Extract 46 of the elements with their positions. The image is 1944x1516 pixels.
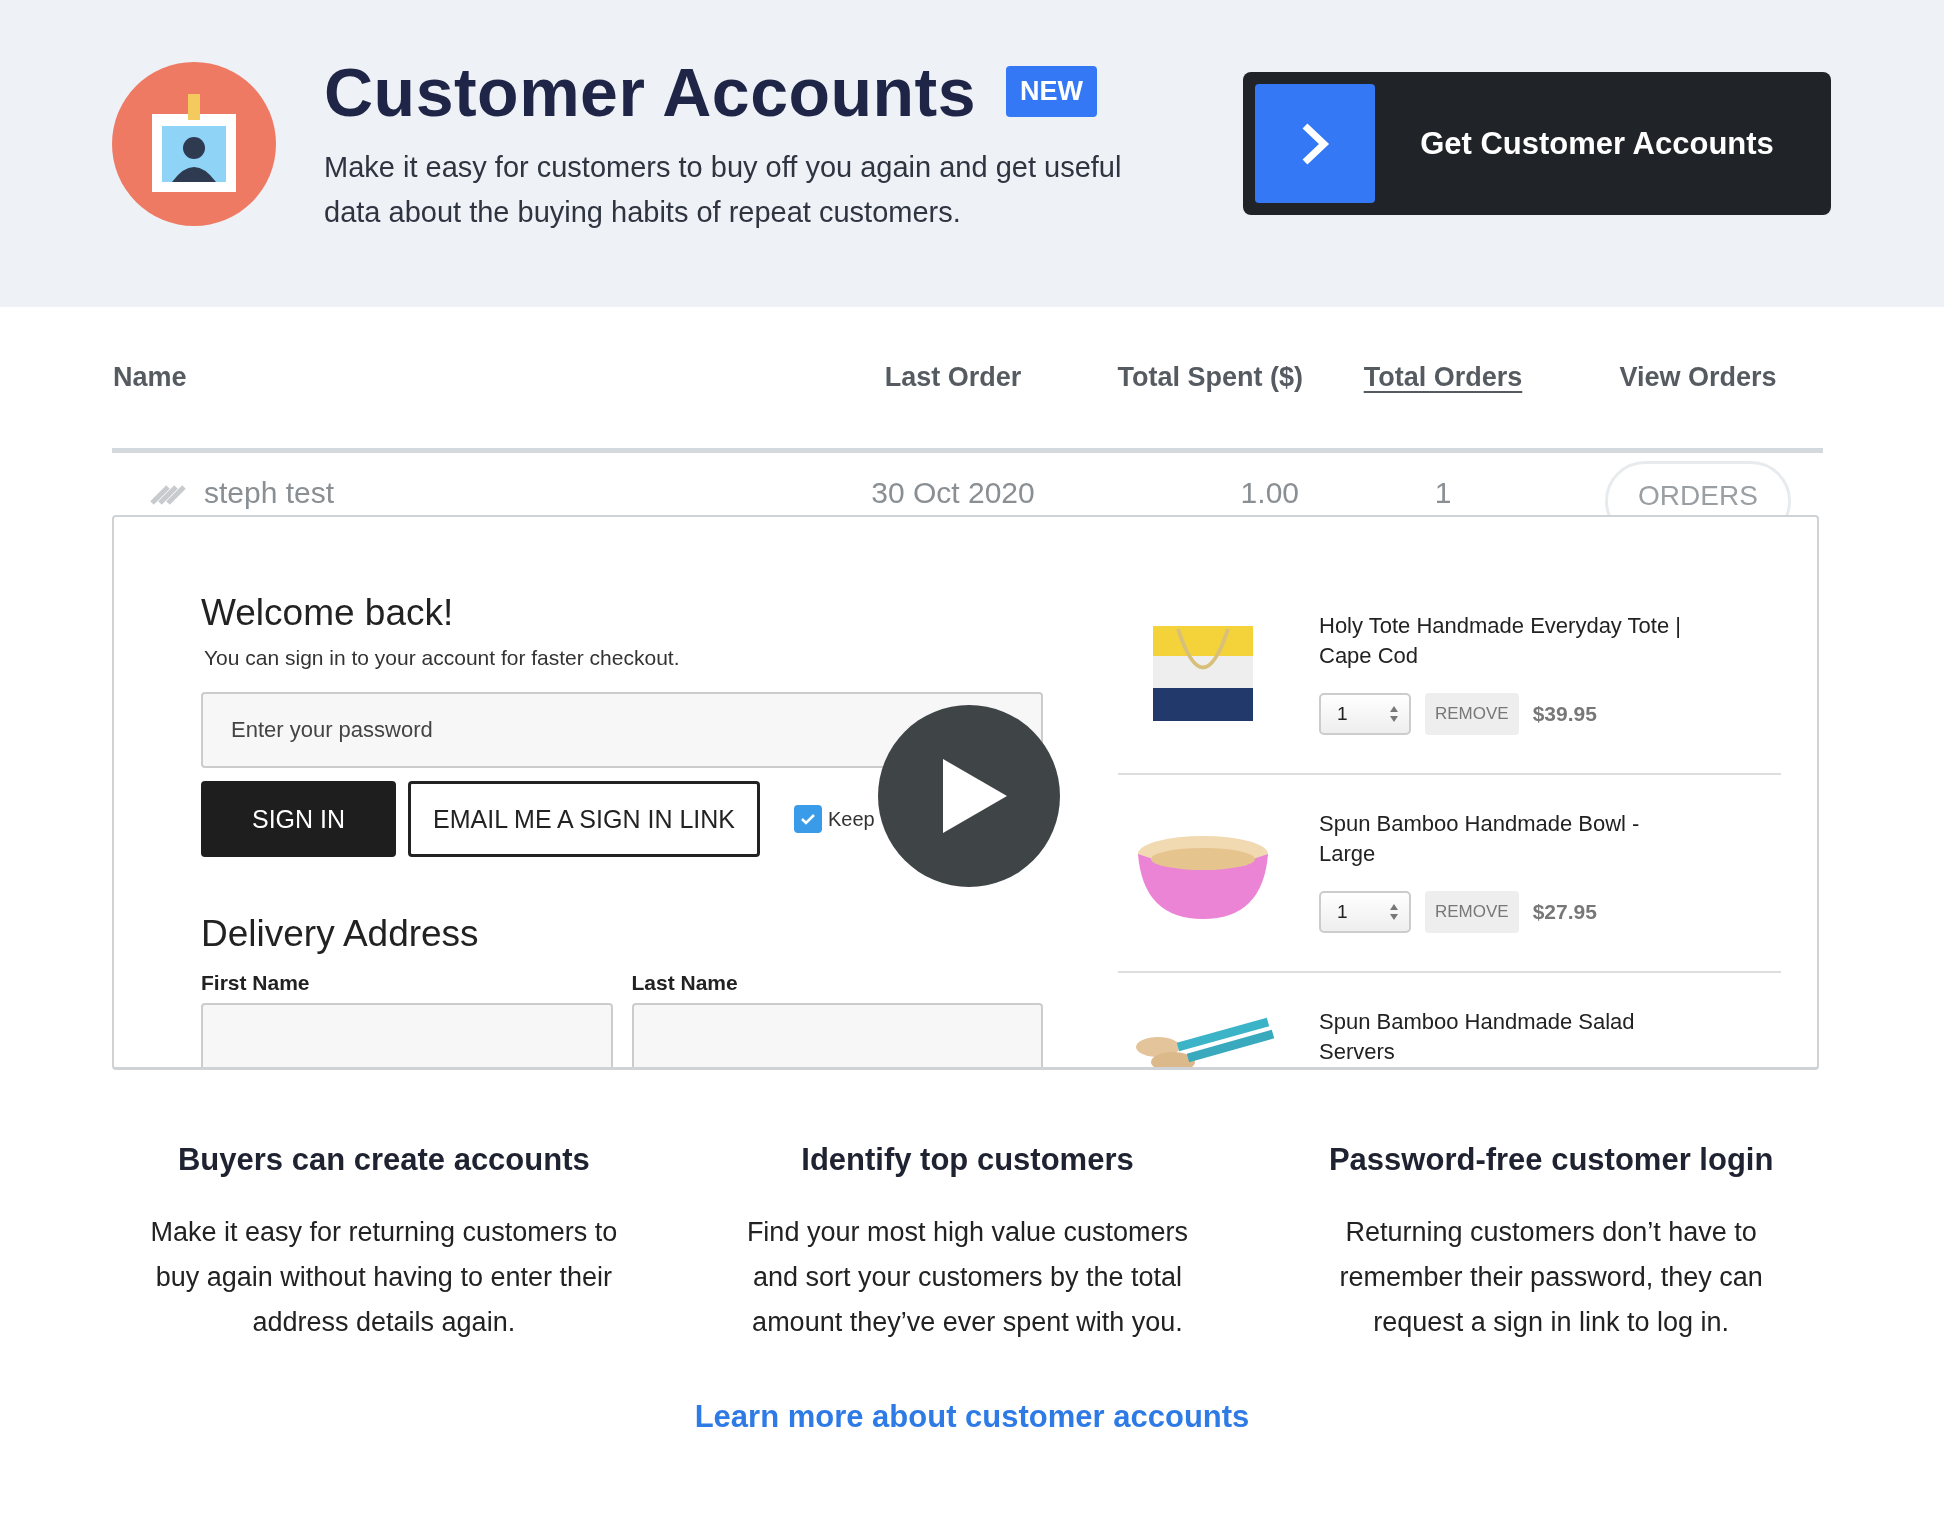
last-order-date: 30 Oct 2020	[871, 475, 1035, 511]
feature-text: Make it easy for returning customers to buy again without having to enter their address details again.	[149, 1216, 619, 1339]
product-title: Spun Bamboo Handmade Bowl - Large	[1319, 810, 1641, 868]
product-title: Spun Bamboo Handmade Salad Servers	[1319, 1008, 1636, 1066]
remove-button[interactable]: REMOVE	[1425, 891, 1519, 933]
field-label: Last Name	[631, 971, 739, 995]
checkmark-icon	[800, 812, 816, 826]
feature-title: Buyers can create accounts	[176, 1142, 591, 1178]
column-header: View Orders	[1619, 362, 1777, 393]
keep-signed-in-label: Keep	[828, 807, 875, 831]
product-price: $39.95	[1532, 702, 1597, 726]
remove-button[interactable]: REMOVE	[1425, 693, 1519, 735]
get-accounts-button[interactable]: Get Customer Accounts	[1243, 72, 1831, 215]
feature-title: Identify top customers	[800, 1142, 1135, 1178]
chevron-right-icon	[1300, 121, 1330, 166]
spinner-arrows-icon	[1389, 902, 1399, 922]
spinner-arrows-icon	[1389, 704, 1399, 724]
quantity-select[interactable]: 1	[1319, 891, 1411, 933]
quantity-select[interactable]: 1	[1319, 693, 1411, 735]
keep-signed-in-checkbox[interactable]	[794, 805, 822, 833]
total-spent: 1.00	[1240, 475, 1300, 511]
column-header: Name	[113, 362, 187, 393]
name-field[interactable]	[201, 1003, 613, 1067]
sign-in-button[interactable]: SIGN IN	[201, 781, 396, 857]
new-badge: NEW	[1006, 66, 1098, 117]
page-title: Customer Accounts	[324, 52, 977, 131]
feature-text: Find your most high value customers and sort your customers by the total amount they’ve ever spent with you.	[745, 1216, 1190, 1339]
column-header[interactable]: Total Orders	[1363, 362, 1523, 393]
id-card-icon	[112, 61, 276, 226]
page-description: Make it easy for customers to buy off you again and get useful data about the buying habits of repeat customers.	[324, 149, 1123, 230]
product-price: $27.95	[1532, 900, 1597, 924]
learn-more-link[interactable]: Learn more about customer accounts	[694, 1399, 1250, 1435]
delivery-heading: Delivery Address	[201, 913, 480, 955]
email-link-button[interactable]: EMAIL ME A SIGN IN LINK	[408, 781, 760, 857]
product-title: Holy Tote Handmade Everyday Tote | Cape Cod	[1319, 612, 1682, 670]
customer-name: steph test	[204, 475, 335, 511]
feature-title: Password-free customer login	[1327, 1142, 1775, 1178]
signin-subtitle: You can sign in to your account for faster checkout.	[204, 646, 681, 670]
column-header: Last Order	[884, 362, 1022, 393]
welcome-heading: Welcome back!	[201, 592, 455, 634]
play-icon	[943, 759, 1007, 833]
total-orders: 1	[1434, 475, 1452, 511]
feature-text: Returning customers don’t have to remember their password, they can request a sign in link to log in.	[1338, 1216, 1764, 1339]
field-label: First Name	[201, 971, 311, 995]
name-field[interactable]	[631, 1003, 1043, 1067]
column-header: Total Spent ($)	[1117, 362, 1304, 393]
